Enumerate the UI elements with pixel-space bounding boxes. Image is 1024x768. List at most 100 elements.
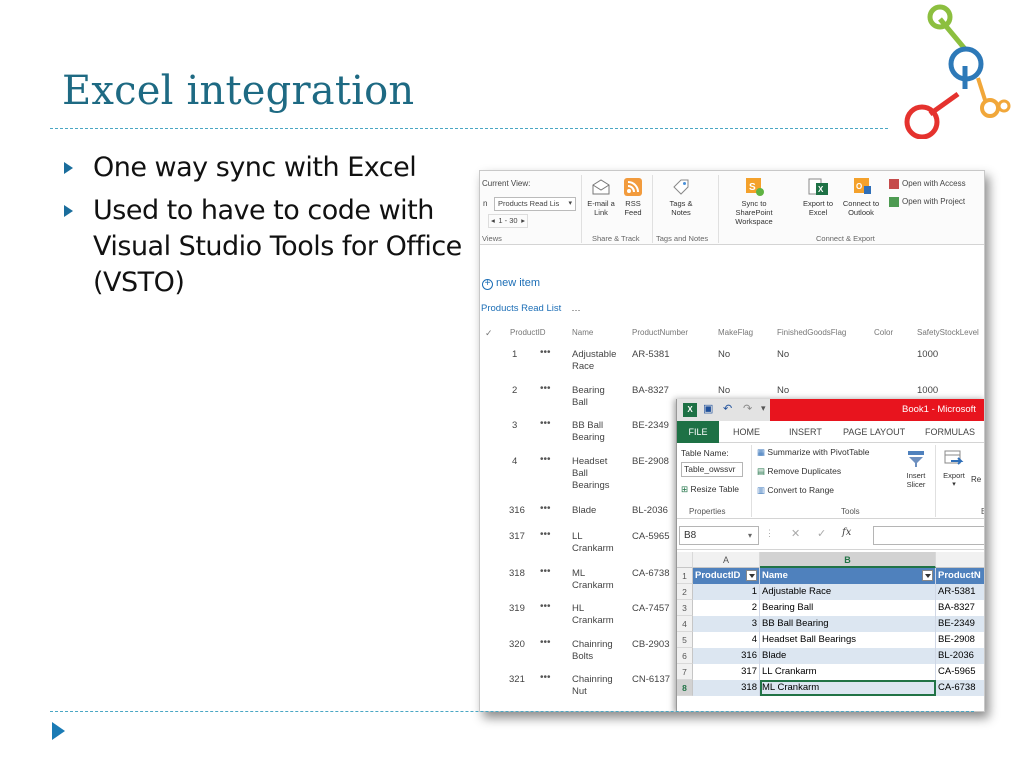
list-cell-name[interactable]: HL Crankarm — [572, 603, 614, 627]
tags-notes-button[interactable]: Tags & Notes — [660, 177, 702, 217]
rss-feed-button[interactable]: RSS Feed — [619, 177, 647, 217]
table-cell[interactable]: AR-5381 — [936, 584, 984, 600]
table-cell[interactable]: 318 — [693, 680, 760, 696]
current-view-dropdown[interactable]: Products Read Lis ▾ — [494, 197, 576, 211]
pager-prev-icon[interactable]: ◂ — [491, 215, 495, 227]
remove-duplicates-button[interactable]: ▤ Remove Duplicates — [757, 466, 841, 477]
summarize-pivot-button[interactable]: ▦ Summarize with PivotTable — [757, 447, 869, 458]
row-number[interactable]: 4 — [677, 616, 693, 632]
name-box[interactable]: B8 ▾ — [679, 526, 759, 545]
table-cell[interactable]: 2 — [693, 600, 760, 616]
redo-icon[interactable]: ↷ — [743, 402, 752, 415]
table-name-input[interactable]: Table_owssvr — [681, 462, 743, 477]
table-cell[interactable]: 316 — [693, 648, 760, 664]
column-header-productnumber[interactable]: ProductNumber — [632, 328, 688, 337]
row-number[interactable]: 1 — [677, 568, 693, 584]
column-header-c[interactable] — [936, 552, 984, 568]
insert-function-icon[interactable]: fx — [842, 527, 851, 538]
table-cell[interactable]: CA-5965 — [936, 664, 984, 680]
row-number[interactable]: 6 — [677, 648, 693, 664]
table-cell[interactable]: LL Crankarm — [760, 664, 936, 680]
tab-formulas[interactable]: FORMULAS — [925, 427, 975, 437]
item-menu-icon[interactable]: ••• — [540, 637, 551, 648]
list-cell-name[interactable]: ML Crankarm — [572, 568, 614, 592]
tab-home[interactable]: HOME — [733, 427, 760, 437]
column-header-makeflag[interactable]: MakeFlag — [718, 328, 753, 337]
column-header-safetystocklevel[interactable]: SafetyStockLevel — [917, 328, 979, 337]
column-header-productid[interactable]: ProductID — [510, 328, 546, 337]
list-cell-name[interactable]: Chainring Nut — [572, 674, 613, 698]
table-cell[interactable]: 4 — [693, 632, 760, 648]
table-cell[interactable]: CA-6738 — [936, 680, 984, 696]
resize-table-button[interactable]: ⊞ Resize Table — [681, 484, 739, 495]
table-cell[interactable]: BE-2349 — [936, 616, 984, 632]
formula-input[interactable] — [873, 526, 984, 545]
item-menu-icon[interactable]: ••• — [540, 566, 551, 577]
table-cell[interactable]: 317 — [693, 664, 760, 680]
table-cell[interactable]: BE-2908 — [936, 632, 984, 648]
row-number[interactable]: 3 — [677, 600, 693, 616]
table-header-cell[interactable]: ProductID — [693, 568, 760, 584]
table-cell[interactable]: Blade — [760, 648, 936, 664]
row-number[interactable]: 5 — [677, 632, 693, 648]
column-header-color[interactable]: Color — [874, 328, 893, 337]
tab-file[interactable]: FILE — [677, 421, 719, 443]
open-project-button[interactable]: Open with Project — [889, 197, 965, 207]
export-excel-button[interactable]: X Export to Excel — [798, 177, 838, 217]
selected-cell[interactable]: ML Crankarm — [760, 680, 936, 696]
table-cell[interactable]: Adjustable Race — [760, 584, 936, 600]
save-icon[interactable]: ▣ — [703, 402, 713, 415]
table-cell[interactable]: 3 — [693, 616, 760, 632]
table-cell[interactable]: Headset Ball Bearings — [760, 632, 936, 648]
table-header-cell[interactable]: Name — [760, 568, 936, 584]
item-menu-icon[interactable]: ••• — [540, 418, 551, 429]
list-cell-name[interactable]: Headset Ball Bearings — [572, 456, 610, 492]
item-menu-icon[interactable]: ••• — [540, 503, 551, 514]
cancel-icon[interactable]: ✕ — [791, 527, 800, 540]
list-cell-name[interactable]: Bearing Ball — [572, 385, 605, 409]
select-all-check-icon[interactable]: ✓ — [485, 328, 493, 339]
list-cell-name[interactable]: BB Ball Bearing — [572, 420, 605, 444]
column-header-a[interactable]: A — [693, 552, 760, 568]
column-header-b[interactable]: B — [760, 552, 936, 568]
filter-dropdown-icon[interactable] — [922, 570, 933, 581]
open-access-button[interactable]: Open with Access — [889, 179, 966, 189]
pager-next-icon[interactable]: ▸ — [521, 215, 525, 227]
column-header-finishedgoodsflag[interactable]: FinishedGoodsFlag — [777, 328, 846, 337]
table-cell[interactable]: 1 — [693, 584, 760, 600]
item-menu-icon[interactable]: ••• — [540, 347, 551, 358]
table-cell[interactable]: BB Ball Bearing — [760, 616, 936, 632]
convert-range-button[interactable]: ▥ Convert to Range — [757, 485, 834, 496]
more-options-icon[interactable]: … — [571, 303, 581, 314]
select-all-corner[interactable] — [677, 552, 693, 568]
table-cell[interactable]: Bearing Ball — [760, 600, 936, 616]
table-header-cell[interactable]: ProductN — [936, 568, 984, 584]
refresh-button[interactable]: Re — [971, 475, 981, 484]
list-view-name[interactable]: Products Read List… — [481, 303, 581, 314]
row-number[interactable]: 7 — [677, 664, 693, 680]
list-cell-name[interactable]: Chainring Bolts — [572, 639, 613, 663]
row-number[interactable]: 8 — [677, 680, 693, 696]
list-cell-name[interactable]: LL Crankarm — [572, 531, 614, 555]
item-menu-icon[interactable]: ••• — [540, 454, 551, 465]
customize-qat-icon[interactable]: ▾ — [761, 403, 766, 414]
tab-page-layout[interactable]: PAGE LAYOUT — [843, 427, 905, 437]
tab-insert[interactable]: INSERT — [789, 427, 822, 437]
item-menu-icon[interactable]: ••• — [540, 672, 551, 683]
row-number[interactable]: 2 — [677, 584, 693, 600]
email-link-button[interactable]: E-mail a Link — [584, 177, 618, 217]
list-cell-name[interactable]: Blade — [572, 505, 596, 517]
table-cell[interactable]: BA-8327 — [936, 600, 984, 616]
export-button[interactable]: Export ▾ — [939, 449, 969, 489]
enter-check-icon[interactable]: ✓ — [817, 527, 826, 540]
insert-slicer-button[interactable]: Insert Slicer — [899, 449, 933, 489]
filter-dropdown-icon[interactable] — [746, 570, 757, 581]
item-menu-icon[interactable]: ••• — [540, 601, 551, 612]
undo-icon[interactable]: ↶ — [723, 402, 732, 415]
new-item-link[interactable]: + new item — [482, 277, 540, 290]
column-header-name[interactable]: Name — [572, 328, 593, 337]
list-cell-name[interactable]: Adjustable Race — [572, 349, 616, 373]
table-cell[interactable]: BL-2036 — [936, 648, 984, 664]
item-menu-icon[interactable]: ••• — [540, 529, 551, 540]
pager[interactable]: ◂ 1 - 30 ▸ — [488, 214, 528, 228]
